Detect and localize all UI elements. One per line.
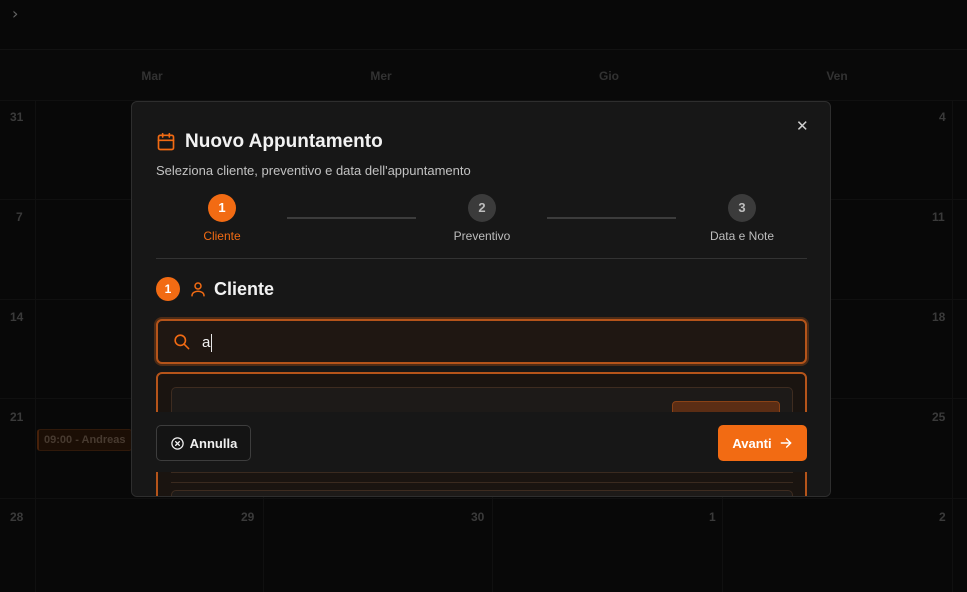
cancel-button[interactable]: Annulla <box>156 425 251 461</box>
new-appointment-dialog: ✕ Nuovo Appuntamento Seleziona cliente, … <box>131 101 831 497</box>
text-caret <box>211 334 212 352</box>
user-icon <box>191 282 205 297</box>
section-header-cliente: 1 Cliente <box>156 277 274 301</box>
arrow-right-icon <box>780 438 791 448</box>
client-search-input[interactable] <box>202 331 782 353</box>
divider <box>171 482 793 483</box>
next-button[interactable]: Avanti <box>718 425 807 461</box>
step-number: 3 <box>728 194 756 222</box>
divider <box>156 258 807 259</box>
close-icon[interactable]: ✕ <box>796 119 810 134</box>
step-label: Data e Note <box>709 229 775 243</box>
client-result-item[interactable] <box>171 490 793 496</box>
next-button-label: Avanti <box>732 435 772 451</box>
step-preventivo[interactable]: 2 Preventivo <box>432 194 532 243</box>
results-list-continuation <box>156 472 807 496</box>
cancel-button-label: Annulla <box>189 435 238 451</box>
dialog-title: Nuovo Appuntamento <box>185 131 383 152</box>
dialog-subtitle: Seleziona cliente, preventivo e data del… <box>156 163 471 178</box>
calendar-icon <box>157 132 175 151</box>
search-icon <box>174 334 190 350</box>
step-number: 2 <box>468 194 496 222</box>
step-data-note[interactable]: 3 Data e Note <box>692 194 792 243</box>
step-connector <box>287 217 416 219</box>
step-cliente[interactable]: 1 Cliente <box>172 194 272 243</box>
section-title: Cliente <box>214 278 275 299</box>
x-circle-icon <box>170 436 184 450</box>
dialog-header: Nuovo Appuntamento <box>156 130 383 154</box>
step-label: Preventivo <box>453 229 511 243</box>
divider <box>171 472 793 473</box>
client-search-box[interactable] <box>156 319 807 364</box>
step-connector <box>547 217 676 219</box>
step-number: 1 <box>208 194 236 222</box>
step-label: Cliente <box>203 229 241 243</box>
section-number-badge: 1 <box>156 277 180 301</box>
dialog-footer: Annulla Avanti <box>132 412 830 496</box>
